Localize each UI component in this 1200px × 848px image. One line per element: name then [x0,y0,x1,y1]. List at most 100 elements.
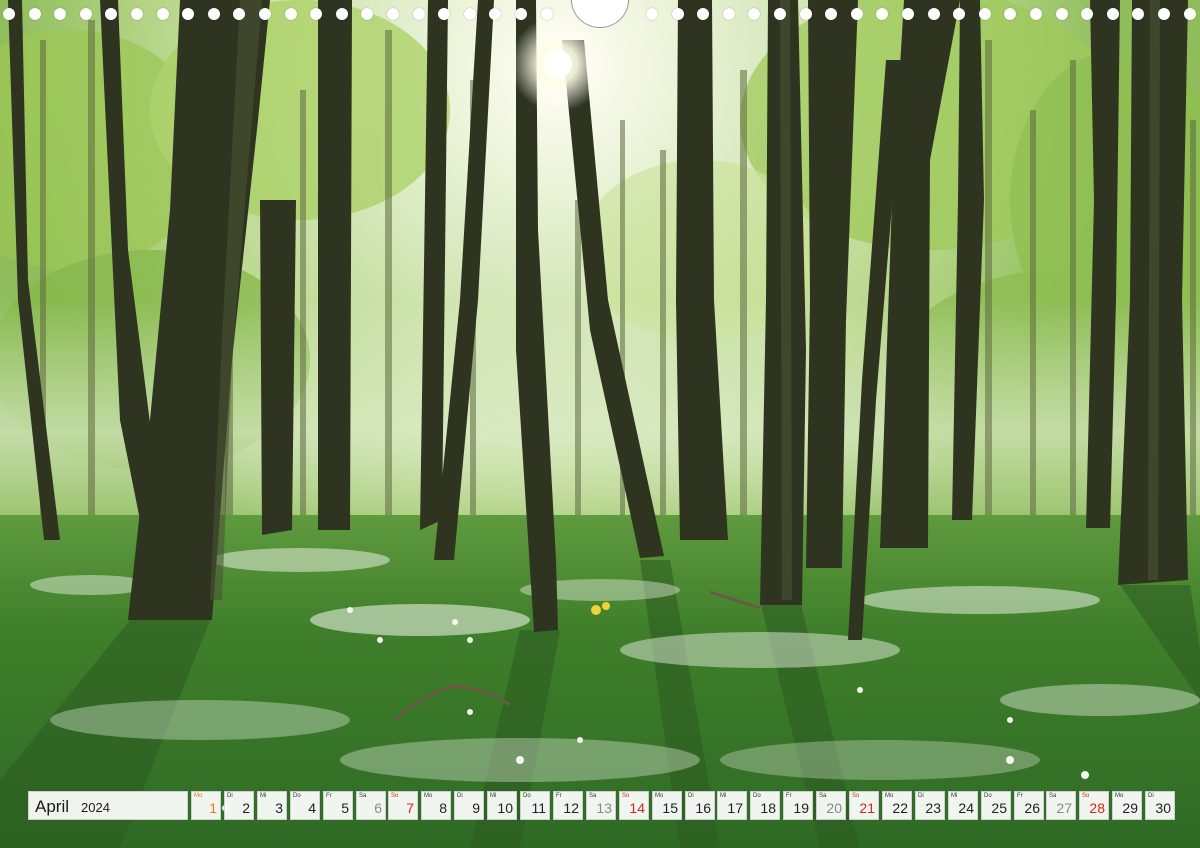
day-cell: Di 23 [915,791,945,820]
day-cell: Do 4 [290,791,320,820]
weekday-abbrev: Do [523,793,531,799]
day-cell: Mo 8 [421,791,451,820]
binding-hole [1132,8,1144,20]
weekday-abbrev: Fr [556,793,562,799]
day-cell: Mi 24 [948,791,978,820]
day-number: 1 [209,800,217,816]
day-number: 10 [497,800,513,816]
weekday-abbrev: So [852,793,860,799]
weekday-abbrev: Mi [260,793,267,799]
binding-hole [285,8,297,20]
binding-hole [953,8,965,20]
binding-hole [3,8,15,20]
day-cell: So 28 [1079,791,1109,820]
day-number: 18 [760,800,776,816]
day-cell: Do 25 [981,791,1011,820]
day-cell: Fr 26 [1014,791,1044,820]
day-cell: So 14 [619,791,649,820]
weekday-abbrev: Di [1148,793,1154,799]
day-number: 13 [596,800,612,816]
day-number: 25 [991,800,1007,816]
day-cell: Di 30 [1145,791,1175,820]
binding-hole [1107,8,1119,20]
binding-hole [515,8,527,20]
day-number: 14 [629,800,645,816]
day-cell: Mo 29 [1112,791,1142,820]
binding-hole [259,8,271,20]
binding-hole [361,8,373,20]
day-number: 2 [242,800,250,816]
binding-hole [413,8,425,20]
day-number: 9 [472,800,480,816]
day-cell: So 7 [388,791,418,820]
weekday-abbrev: Mi [490,793,497,799]
day-number: 20 [826,800,842,816]
day-cell: Sa 27 [1046,791,1076,820]
weekday-abbrev: Di [457,793,463,799]
binding-hole [646,8,658,20]
day-number: 7 [406,800,414,816]
day-cell: Sa 13 [586,791,616,820]
day-cell: Di 2 [224,791,254,820]
binding-hole [697,8,709,20]
day-number: 11 [531,800,546,816]
month-name: April [35,797,70,816]
binding-hole [233,8,245,20]
weekday-abbrev: Fr [786,793,792,799]
weekday-abbrev: Mo [194,793,203,799]
day-number: 3 [275,800,283,816]
calendar-strip: April 2024 Mo 1 Di 2 Mi 3 Do 4 Fr 5 Sa 6 So 7 Mo 8 Di 9 Mi… [28,791,1175,820]
binding-hole [825,8,837,20]
weekday-abbrev: Mi [951,793,958,799]
day-cell: Fr 12 [553,791,583,820]
binding-hole [131,8,143,20]
day-number: 17 [727,800,743,816]
binding-hole [902,8,914,20]
binding-hole [464,8,476,20]
day-number: 24 [958,800,974,816]
binding-hole [1158,8,1170,20]
binding-hole [774,8,786,20]
day-cell: Di 16 [685,791,715,820]
binding-hole [489,8,501,20]
day-number: 29 [1122,800,1138,816]
weekday-abbrev: Fr [326,793,332,799]
binding-hole [105,8,117,20]
day-cell: Do 18 [750,791,780,820]
weekday-abbrev: So [1082,793,1090,799]
day-number: 21 [859,800,875,816]
day-number: 6 [374,800,382,816]
binding-hole [928,8,940,20]
binding-hole [29,8,41,20]
day-number: 12 [563,800,579,816]
binding-hole [336,8,348,20]
weekday-abbrev: Di [688,793,694,799]
month-year: 2024 [81,800,110,815]
day-cell: Mi 17 [717,791,747,820]
binding-hole [438,8,450,20]
day-cell: So 21 [849,791,879,820]
day-cell: Di 9 [454,791,484,820]
sun-core [544,50,572,78]
day-number: 4 [308,800,316,816]
binding-hole [748,8,760,20]
day-number: 16 [695,800,711,816]
binding-hole [723,8,735,20]
weekday-abbrev: Fr [1017,793,1023,799]
day-number: 5 [341,800,349,816]
weekday-abbrev: Mi [720,793,727,799]
day-number: 26 [1024,800,1040,816]
binding-hole [157,8,169,20]
weekday-abbrev: Do [753,793,761,799]
day-number: 19 [793,800,809,816]
binding-hole [851,8,863,20]
day-cell: Fr 5 [323,791,353,820]
weekday-abbrev: Mo [1115,793,1124,799]
day-cell: Fr 19 [783,791,813,820]
binding-hole [208,8,220,20]
weekday-abbrev: Sa [819,793,827,799]
binding-hole [1004,8,1016,20]
day-number: 15 [662,800,678,816]
weekday-abbrev: Do [984,793,992,799]
weekday-abbrev: Di [227,793,233,799]
